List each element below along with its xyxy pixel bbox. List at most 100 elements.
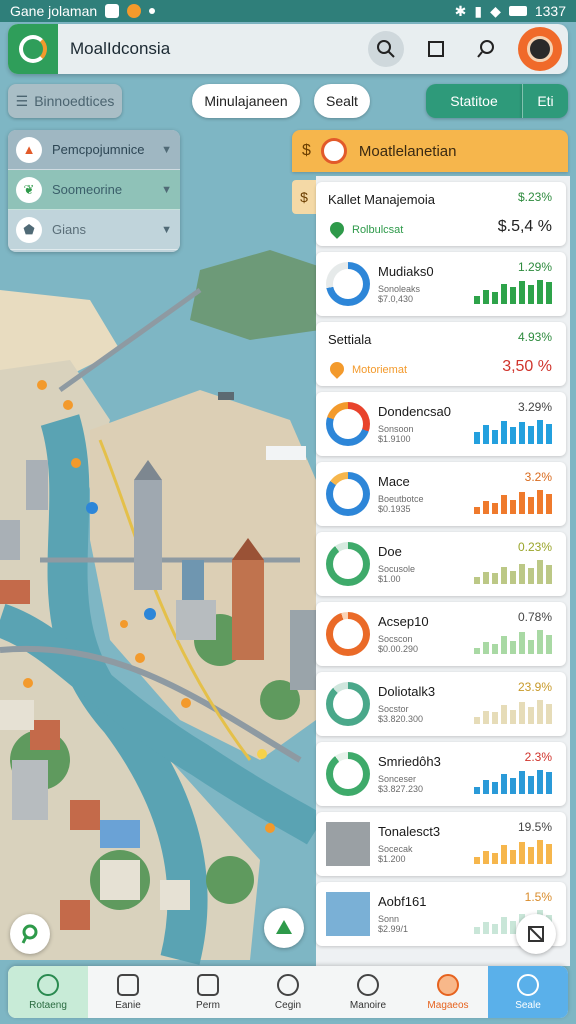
sparkline-chart <box>474 840 552 864</box>
sparkline-bar <box>501 567 507 584</box>
sparkline-bar <box>501 636 507 654</box>
bookmark-icon <box>428 41 444 57</box>
nav-item-clock[interactable]: Cegin <box>248 966 328 1018</box>
expand-button[interactable] <box>516 914 556 954</box>
listing-subtitle: Sonoleaks $7.0,430 <box>378 284 421 304</box>
sparkline-bar <box>501 495 507 514</box>
sparkline-bar <box>519 564 525 584</box>
layers-chip[interactable]: ☰ Binnoedtices <box>8 84 122 118</box>
nav-label: Magaeos <box>427 999 469 1011</box>
sparkline-bar <box>546 844 552 864</box>
sparkline-bar <box>501 421 507 444</box>
chat-button[interactable] <box>468 31 504 67</box>
sparkline-bar <box>483 290 489 304</box>
listing-subtitle: Socscon $0.00.290 <box>378 634 419 654</box>
document-icon <box>197 973 219 996</box>
nav-label: Seale <box>515 999 541 1011</box>
nav-item-location[interactable]: Manoire <box>328 966 408 1018</box>
sparkline-bar <box>510 850 516 864</box>
sparkline-bar <box>537 630 543 654</box>
chevron-down-icon: ▼ <box>161 223 172 236</box>
nav-item-home[interactable]: Rotaeng <box>8 966 88 1018</box>
listing-name: Aobf161 <box>378 894 427 909</box>
sparkline-bar <box>510 710 516 724</box>
collapse-tab[interactable]: $ <box>292 180 316 214</box>
donut-chart-icon <box>326 262 370 306</box>
sparkline-bar <box>474 577 480 584</box>
dollar-icon: $ <box>302 142 311 159</box>
listing-card[interactable]: Sonsoon $1.9100 Dondencsa0 3.29% <box>316 392 566 456</box>
location-pin-icon <box>327 219 347 239</box>
sparkline-bar <box>474 927 480 934</box>
sparkline-bar <box>528 568 534 584</box>
recycle-button[interactable] <box>264 908 304 948</box>
layer-label: Gians <box>52 222 86 237</box>
listing-card[interactable]: Sonoleaks $7.0,430 Mudiaks0 1.29% <box>316 252 566 316</box>
listing-panel: Rolbulcsat $.5,4 % Kallet Manajemoia $.23% S… <box>316 176 570 966</box>
chevron-down-icon: ▼ <box>161 183 172 196</box>
sparkline-bar <box>483 572 489 584</box>
layer-item-1[interactable]: ▲ Pemcpojumnice ▼ <box>8 130 180 170</box>
bookmark-button[interactable] <box>418 31 454 67</box>
location-pin-icon <box>327 359 347 379</box>
sparkline-bar <box>510 287 516 304</box>
stats-button[interactable]: Statitoe <box>426 84 522 118</box>
search-chip[interactable]: Minulajaneen <box>192 84 300 118</box>
listing-card[interactable]: Motoriemat 3,50 % Settiala 4.93% <box>316 322 566 386</box>
listing-percent: 3.29% <box>517 400 552 414</box>
sort-chip[interactable]: Sealt <box>314 84 370 118</box>
sparkline-bar <box>510 500 516 514</box>
listing-value: $.5,4 % <box>497 218 552 235</box>
edit-button[interactable]: Eti <box>522 84 568 118</box>
listing-subtitle: Socecak $1.200 <box>378 844 413 864</box>
listing-name: Tonalesct3 <box>378 824 441 839</box>
listing-card[interactable]: Socusole $1.00 Doe 0.23% <box>316 532 566 596</box>
sparkline-bar <box>528 497 534 514</box>
sparkline-chart <box>474 700 552 724</box>
sparkline-bar <box>492 503 498 514</box>
listing-percent: 4.93% <box>517 330 552 344</box>
app-logo-icon[interactable] <box>8 24 58 74</box>
sparkline-bar <box>519 771 525 794</box>
filter-bar: ☰ Binnoedtices Minulajaneen Sealt Statit… <box>8 84 568 118</box>
sparkline-bar <box>483 711 489 724</box>
layers-panel: ▲ Pemcpojumnice ▼ ❦ Soomeorine ▼ ⬟ Gians… <box>8 130 180 252</box>
layer-item-2[interactable]: ❦ Soomeorine ▼ <box>8 170 180 210</box>
nav-item-scale[interactable]: Seale <box>488 966 568 1018</box>
nav-item-edit[interactable]: Eanie <box>88 966 168 1018</box>
listing-card[interactable]: Socscon $0.00.290 Acsep10 0.78% <box>316 602 566 666</box>
wifi-icon: ◆ <box>490 2 501 19</box>
sparkline-bar <box>483 501 489 514</box>
layer-item-3[interactable]: ⬟ Gians ▼ <box>8 210 180 250</box>
listing-card[interactable]: Rolbulcsat $.5,4 % Kallet Manajemoia $.23% <box>316 182 566 246</box>
sparkline-bar <box>492 644 498 654</box>
listing-thumbnail <box>326 822 370 866</box>
sparkline-bar <box>519 281 525 304</box>
nav-item-perm[interactable]: Perm <box>168 966 248 1018</box>
listing-card[interactable]: Boeutbotce $0.1935 Mace 3.2% <box>316 462 566 526</box>
avatar[interactable] <box>518 27 562 71</box>
status-app-name: Gane jolaman <box>10 3 98 19</box>
panel-header[interactable]: $ Moatlelanetian <box>292 130 568 172</box>
listing-percent: 1.5% <box>524 890 552 904</box>
search-button[interactable] <box>368 31 404 67</box>
listing-percent: 0.78% <box>517 610 552 624</box>
leaf-icon: ❦ <box>16 176 42 203</box>
sparkline-bar <box>474 857 480 864</box>
bluetooth-icon: ✱ <box>454 2 467 19</box>
nav-item-messages[interactable]: Magaeos <box>408 966 488 1018</box>
listing-card[interactable]: Socecak $1.200 Tonalesct3 19.5% <box>316 812 566 876</box>
donut-chart-icon <box>326 472 370 516</box>
listing-value: 3,50 % <box>502 358 552 375</box>
listing-percent: 1.29% <box>517 260 552 274</box>
listing-card[interactable]: Socstor $3.820.300 Doliotalk3 23.9% <box>316 672 566 736</box>
locate-button[interactable] <box>10 914 50 954</box>
sparkline-bar <box>528 285 534 304</box>
listing-subtitle: Sonsoon $1.9100 <box>378 424 414 444</box>
notification-icon <box>105 4 120 18</box>
fox-icon <box>437 973 459 996</box>
home-icon <box>37 973 59 996</box>
status-time: 1337 <box>534 3 566 19</box>
sparkline-bar <box>546 282 552 304</box>
listing-card[interactable]: Sonceser $3.827.230 Smriedôh3 2.3% <box>316 742 566 806</box>
